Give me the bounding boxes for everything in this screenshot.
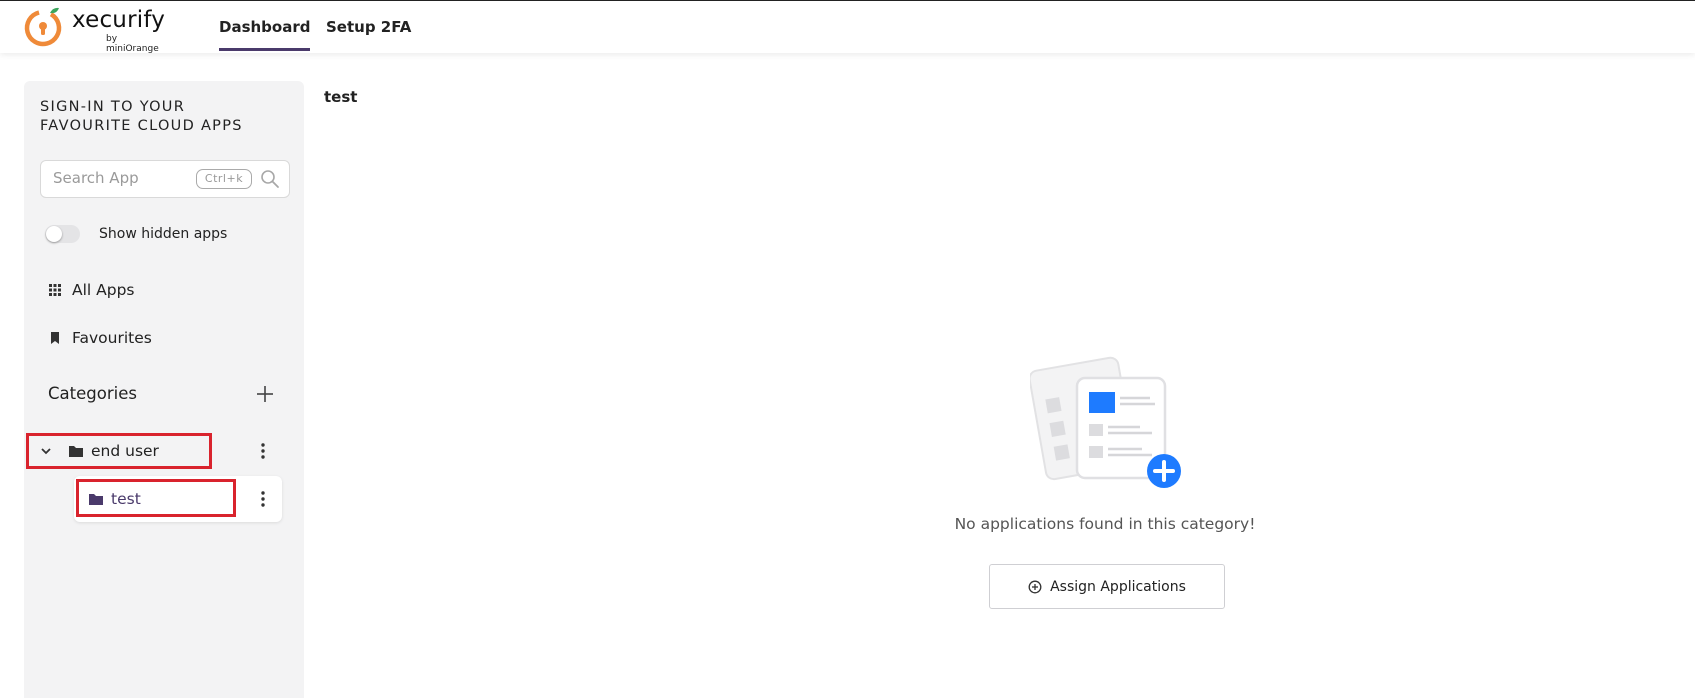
subcategory-test[interactable]: test	[88, 483, 141, 515]
category-end-user[interactable]: end user	[40, 435, 159, 467]
folder-icon	[69, 446, 83, 457]
brand-name: xecurify	[72, 7, 166, 33]
more-options-icon[interactable]	[255, 488, 271, 510]
page-title: test	[324, 88, 358, 106]
plus-circle-icon	[1028, 580, 1042, 593]
empty-apps-illustration-icon	[1030, 356, 1181, 488]
tab-setup-2fa[interactable]: Setup 2FA	[326, 18, 411, 48]
subcategory-label: test	[111, 490, 141, 508]
assign-applications-button[interactable]: Assign Applications	[989, 564, 1225, 609]
sidebar-title: SIGN-IN TO YOUR FAVOURITE CLOUD APPS	[40, 99, 243, 134]
show-hidden-apps-label: Show hidden apps	[99, 226, 228, 242]
empty-state-message: No applications found in this category!	[954, 515, 1256, 533]
grid-icon	[49, 284, 61, 296]
sidebar-item-label: All Apps	[72, 281, 135, 299]
sidebar-item-favourites[interactable]: Favourites	[48, 324, 152, 352]
shortcut-badge: Ctrl+k	[196, 169, 252, 189]
show-hidden-apps-toggle[interactable]	[45, 225, 80, 243]
chevron-down-icon[interactable]	[40, 445, 52, 457]
bookmark-icon	[51, 332, 59, 344]
brand-subtitle: by miniOrange	[106, 34, 159, 54]
assign-applications-label: Assign Applications	[1050, 578, 1186, 595]
categories-heading: Categories	[48, 384, 137, 403]
tab-dashboard[interactable]: Dashboard	[219, 18, 311, 51]
xecurify-logo-icon	[24, 7, 62, 47]
search-input[interactable]	[53, 169, 193, 187]
search-box[interactable]: Ctrl+k	[40, 160, 290, 198]
toggle-knob	[46, 226, 62, 242]
sidebar: SIGN-IN TO YOUR FAVOURITE CLOUD APPS Ctr…	[24, 81, 304, 698]
sidebar-item-all-apps[interactable]: All Apps	[48, 276, 135, 304]
more-options-icon[interactable]	[255, 440, 271, 462]
sidebar-item-label: Favourites	[72, 329, 152, 347]
category-label: end user	[91, 442, 159, 460]
xecurify-logo[interactable]: xecurify by miniOrange	[22, 4, 172, 54]
add-category-plus-icon[interactable]	[254, 383, 276, 405]
folder-icon	[89, 494, 103, 505]
top-navigation-bar: xecurify by miniOrange Dashboard Setup 2…	[0, 0, 1695, 54]
search-icon[interactable]	[260, 169, 280, 189]
